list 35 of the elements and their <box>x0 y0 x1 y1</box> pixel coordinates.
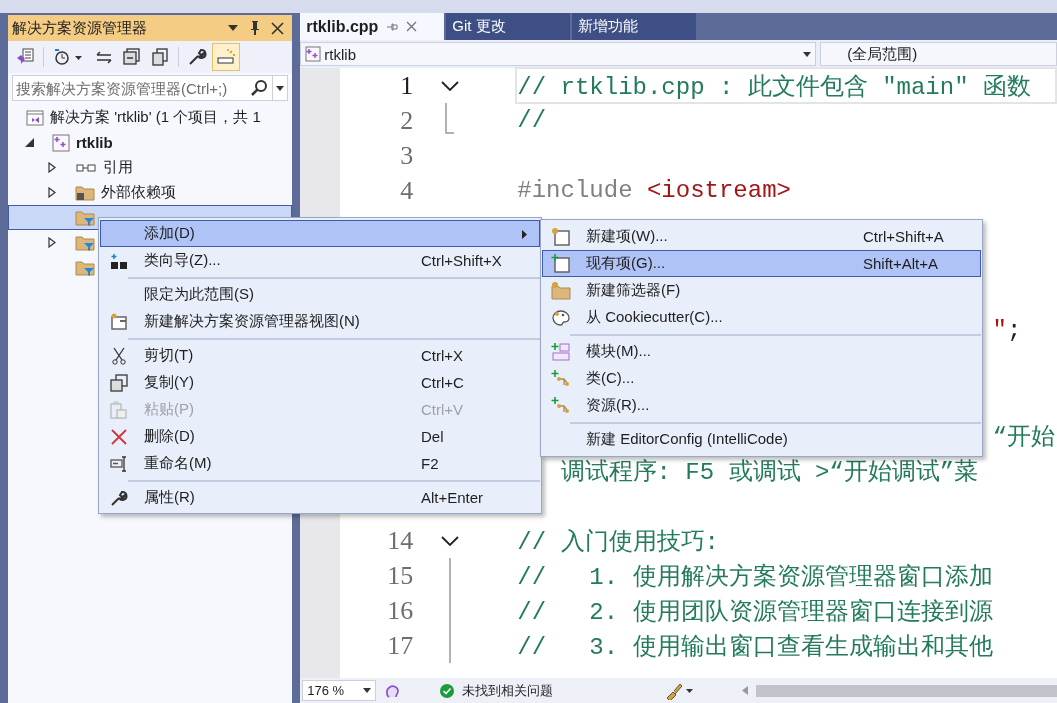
tree-item-label: 引用 <box>103 158 133 177</box>
line-number: 2 <box>400 105 414 135</box>
code-text: // 3. 使用输出窗口查看生成输出和其他 <box>517 632 993 662</box>
line-number: 14 <box>387 525 414 555</box>
code-text: // rtklib.cpp : 此文件包含 "main" 函数 <box>517 72 1031 102</box>
tree-item-label: 外部依赖项 <box>101 183 176 202</box>
shortcut-text: Ctrl+V <box>421 401 465 418</box>
shortcut-text: Ctrl+X <box>421 347 465 364</box>
tree-item-label: 解决方案 'rtklib' (1 个项目，共 1 <box>50 108 261 127</box>
panel-title: 解决方案资源管理器 <box>12 18 148 38</box>
code-text: " <box>992 317 1007 344</box>
code-text: ; <box>1007 317 1022 344</box>
code-text: #include <box>517 177 634 204</box>
line-number: 17 <box>387 630 414 660</box>
shortcut-text: Ctrl+Shift+A <box>863 228 945 245</box>
shortcut-text: Shift+Alt+A <box>863 255 940 272</box>
code-text: “开始 <box>992 422 1055 452</box>
shortcut-text: Alt+Enter <box>421 489 485 506</box>
shortcut-text: Ctrl+C <box>421 374 465 391</box>
line-number: 1 <box>400 70 414 100</box>
line-number: 15 <box>387 560 414 590</box>
code-text: 调试程序: F5 或调试 >“开始调试”菜 <box>560 457 979 487</box>
line-number: 3 <box>400 140 414 170</box>
code-text: <iostream> <box>646 177 791 204</box>
tree-item-label: rtklib <box>76 134 113 151</box>
code-text: // 1. 使用解决方案资源管理器窗口添加 <box>517 562 993 592</box>
line-number: 4 <box>400 175 414 205</box>
code-text: // 2. 使用团队资源管理器窗口连接到源 <box>517 597 993 627</box>
code-text: // 入门使用技巧: <box>517 527 719 557</box>
issues-status: 未找到相关问题 <box>462 681 555 700</box>
line-number: 16 <box>387 595 414 625</box>
shortcut-text: Del <box>421 428 445 445</box>
code-text: // <box>517 107 547 134</box>
shortcut-text: F2 <box>421 455 440 472</box>
shortcut-text: Ctrl+Shift+X <box>421 252 503 269</box>
